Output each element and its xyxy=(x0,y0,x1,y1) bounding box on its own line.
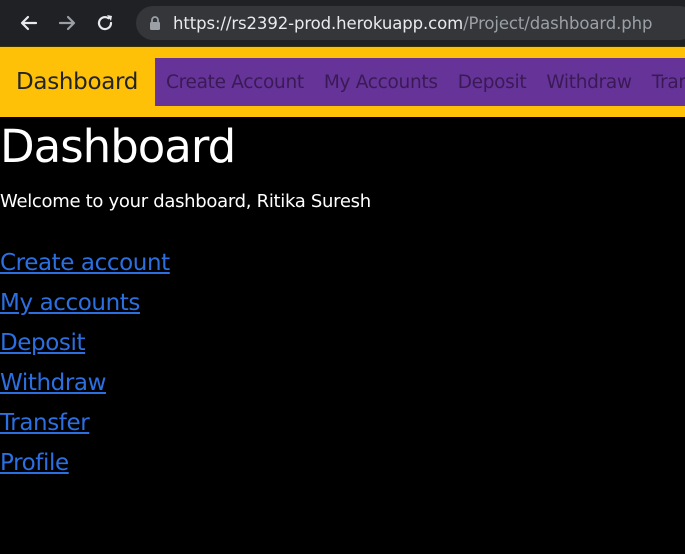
browser-toolbar: https://rs2392-prod.herokuapp.com/Projec… xyxy=(0,0,685,46)
url-path: /Project/dashboard.php xyxy=(463,13,653,33)
nav-deposit[interactable]: Deposit xyxy=(458,72,527,93)
nav-links: Create Account My Accounts Deposit Withd… xyxy=(155,58,685,106)
profile-link[interactable]: Profile xyxy=(0,450,69,476)
list-item: My accounts xyxy=(0,286,170,326)
page-title: Dashboard xyxy=(0,120,236,173)
back-arrow-icon xyxy=(20,15,38,31)
list-item: Deposit xyxy=(0,326,170,366)
transfer-link[interactable]: Transfer xyxy=(0,410,90,436)
reload-icon xyxy=(97,15,113,31)
nav-withdraw[interactable]: Withdraw xyxy=(546,72,632,93)
address-bar[interactable]: https://rs2392-prod.herokuapp.com/Projec… xyxy=(136,6,685,40)
list-item: Transfer xyxy=(0,406,170,446)
forward-button[interactable] xyxy=(56,12,78,34)
site-navbar: Dashboard Create Account My Accounts Dep… xyxy=(0,46,685,117)
back-button[interactable] xyxy=(18,12,40,34)
welcome-message: Welcome to your dashboard, Ritika Suresh xyxy=(0,191,371,212)
lock-icon[interactable] xyxy=(149,15,161,31)
nav-create-account[interactable]: Create Account xyxy=(166,72,304,93)
list-item: Withdraw xyxy=(0,366,170,406)
withdraw-link[interactable]: Withdraw xyxy=(0,370,106,396)
nav-my-accounts[interactable]: My Accounts xyxy=(324,72,438,93)
dashboard-links: Create account My accounts Deposit Withd… xyxy=(0,246,170,486)
deposit-link[interactable]: Deposit xyxy=(0,330,86,356)
list-item: Create account xyxy=(0,246,170,286)
url-text: https://rs2392-prod.herokuapp.com/Projec… xyxy=(173,14,652,33)
url-host: https://rs2392-prod.herokuapp.com xyxy=(173,13,464,33)
my-accounts-link[interactable]: My accounts xyxy=(0,290,140,316)
list-item: Profile xyxy=(0,446,170,486)
nav-transfer[interactable]: Transfer xyxy=(652,72,685,93)
reload-button[interactable] xyxy=(94,12,116,34)
navbar-brand[interactable]: Dashboard xyxy=(16,69,138,95)
forward-arrow-icon xyxy=(58,15,76,31)
create-account-link[interactable]: Create account xyxy=(0,250,170,276)
